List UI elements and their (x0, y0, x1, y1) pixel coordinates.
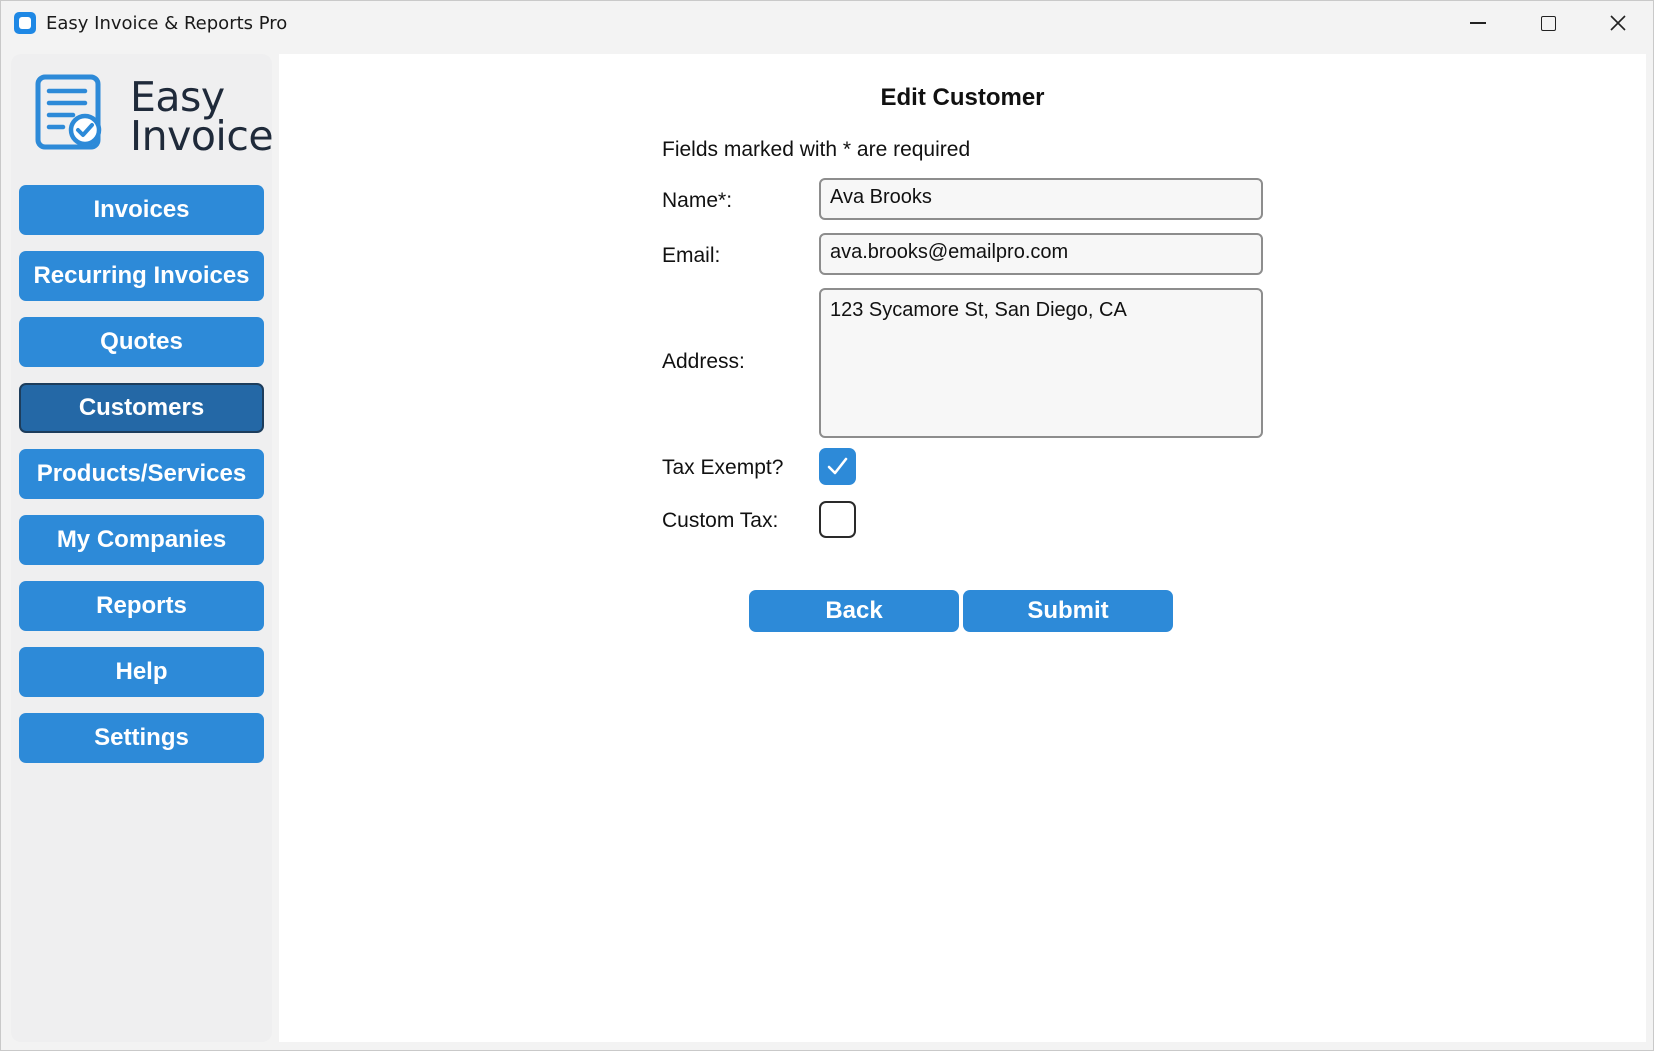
invoice-logo-icon (35, 74, 102, 150)
main-panel: Edit Customer Fields marked with * are r… (279, 54, 1646, 1042)
nav-quotes-button[interactable]: Quotes (19, 317, 264, 367)
nav-invoices-button[interactable]: Invoices (19, 185, 264, 235)
nav-my-companies-button[interactable]: My Companies (19, 515, 264, 565)
nav-help-button[interactable]: Help (19, 647, 264, 697)
app-icon (14, 12, 36, 34)
minimize-icon (1470, 22, 1486, 24)
address-textarea[interactable]: 123 Sycamore St, San Diego, CA (819, 288, 1263, 438)
tax-exempt-label: Tax Exempt? (662, 456, 784, 479)
minimize-button[interactable] (1443, 1, 1513, 45)
email-input[interactable]: ava.brooks@emailpro.com (819, 233, 1263, 275)
nav-reports-button[interactable]: Reports (19, 581, 264, 631)
nav-settings-button[interactable]: Settings (19, 713, 264, 763)
nav-recurring-invoices-button[interactable]: Recurring Invoices (19, 251, 264, 301)
title-bar: Easy Invoice & Reports Pro (1, 1, 1653, 45)
sidebar: Easy Invoice Invoices Recurring Invoices… (11, 54, 274, 1042)
custom-tax-checkbox[interactable] (819, 501, 856, 538)
logo-line-2: Invoice (130, 112, 274, 160)
name-input[interactable]: Ava Brooks (819, 178, 1263, 220)
window-title: Easy Invoice & Reports Pro (46, 13, 288, 34)
submit-button[interactable]: Submit (963, 590, 1173, 632)
maximize-button[interactable] (1513, 1, 1583, 45)
back-button[interactable]: Back (749, 590, 959, 632)
logo-wordmark: Easy Invoice (130, 77, 274, 160)
name-label: Name*: (662, 189, 733, 212)
tax-exempt-checkbox[interactable] (819, 448, 856, 485)
close-button[interactable] (1583, 1, 1653, 45)
app-logo: Easy Invoice (35, 74, 274, 164)
nav-products-services-button[interactable]: Products/Services (19, 449, 264, 499)
address-label: Address: (662, 350, 745, 373)
page-title: Edit Customer (880, 84, 1045, 111)
maximize-icon (1540, 15, 1556, 31)
close-icon (1610, 15, 1626, 31)
app-window: Easy Invoice & Reports Pro Easy Invoice … (0, 0, 1654, 1051)
checkmark-icon (827, 457, 848, 475)
sidebar-nav: Invoices Recurring Invoices Quotes Custo… (19, 185, 264, 779)
email-label: Email: (662, 244, 721, 267)
custom-tax-label: Custom Tax: (662, 509, 779, 532)
nav-customers-button[interactable]: Customers (19, 383, 264, 433)
required-note: Fields marked with * are required (662, 138, 971, 161)
